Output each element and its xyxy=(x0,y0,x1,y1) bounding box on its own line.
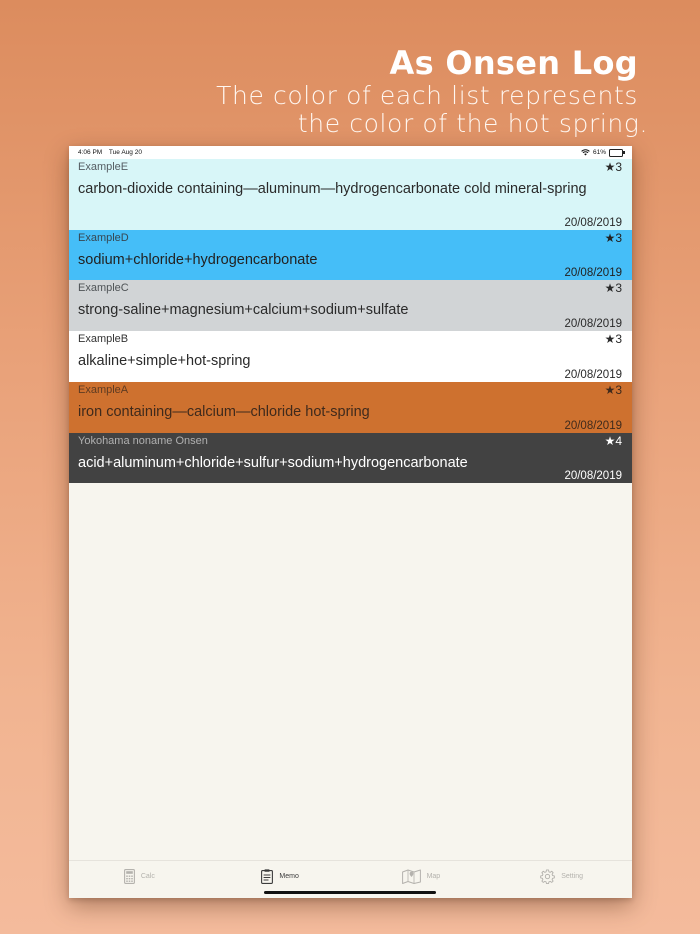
onsen-composition: acid+aluminum+chloride+sulfur+sodium+hyd… xyxy=(78,455,468,471)
gear-icon xyxy=(540,869,556,884)
onsen-list-item[interactable]: ExampleE carbon-dioxide containing—alumin… xyxy=(69,159,632,230)
onsen-name: ExampleE xyxy=(78,161,129,173)
tab-label: Map xyxy=(426,873,441,880)
promo-subtitle-line-1: The color of each list represents xyxy=(216,81,638,110)
wifi-icon xyxy=(581,149,590,156)
calculator-icon xyxy=(123,869,135,884)
promo-title: As Onsen Log xyxy=(389,44,638,82)
status-time: 4:06 PM xyxy=(78,149,103,156)
onsen-list-item[interactable]: Yokohama noname Onsen acid+aluminum+chlor… xyxy=(69,433,632,483)
onsen-composition: strong-saline+magnesium+calcium+sodium+s… xyxy=(78,302,409,318)
onsen-list-item[interactable]: ExampleD sodium+chloride+hydrogencarbonat… xyxy=(69,230,632,280)
visit-date: 20/08/2019 xyxy=(564,318,622,330)
tab-label: Setting xyxy=(561,873,584,880)
visit-date: 20/08/2019 xyxy=(564,217,622,229)
onsen-composition: sodium+chloride+hydrogencarbonate xyxy=(78,252,318,268)
tab-calc[interactable]: Calc xyxy=(69,861,210,898)
visit-date: 20/08/2019 xyxy=(564,420,622,432)
star-rating: ★3 xyxy=(604,332,622,346)
onsen-name: ExampleB xyxy=(78,333,129,345)
visit-date: 20/08/2019 xyxy=(564,470,622,482)
battery-icon xyxy=(609,148,625,157)
tab-setting[interactable]: Setting xyxy=(491,861,632,898)
promo-subtitle-line-2: the color of the hot spring. xyxy=(297,109,648,138)
promo-headline: As Onsen Log The color of each list repr… xyxy=(216,44,647,138)
home-indicator[interactable] xyxy=(264,891,436,894)
tablet-screen: 4:06 PM Tue Aug 20 61% ExampleE carbon-di… xyxy=(69,146,632,898)
map-icon xyxy=(401,869,421,884)
star-rating: ★3 xyxy=(604,281,622,295)
battery-percent: 61% xyxy=(592,149,606,156)
onsen-list-item[interactable]: ExampleC strong-saline+magnesium+calcium+… xyxy=(69,280,632,331)
tab-label: Calc xyxy=(140,873,155,880)
star-rating: ★3 xyxy=(604,383,622,397)
onsen-name: Yokohama noname Onsen xyxy=(78,435,208,447)
memo-icon xyxy=(261,869,274,884)
status-date: Tue Aug 20 xyxy=(108,149,142,156)
onsen-name: ExampleD xyxy=(78,232,129,244)
onsen-list-item[interactable]: ExampleA iron containing—calcium—chloride… xyxy=(69,382,632,433)
onsen-name: ExampleA xyxy=(78,384,129,396)
tab-label: Memo xyxy=(279,873,299,880)
visit-date: 20/08/2019 xyxy=(564,369,622,381)
status-bar: 4:06 PM Tue Aug 20 61% xyxy=(69,146,632,159)
onsen-list: ExampleE carbon-dioxide containing—alumin… xyxy=(69,159,632,483)
onsen-composition: carbon-dioxide containing—aluminum—hydro… xyxy=(78,181,587,197)
star-rating: ★4 xyxy=(604,434,622,448)
onsen-composition: iron containing—calcium—chloride hot-spr… xyxy=(78,404,370,420)
onsen-name: ExampleC xyxy=(78,282,129,294)
onsen-composition: alkaline+simple+hot-spring xyxy=(78,353,251,369)
visit-date: 20/08/2019 xyxy=(564,267,622,279)
onsen-list-item[interactable]: ExampleB alkaline+simple+hot-spring ★3 20/0… xyxy=(69,331,632,382)
star-rating: ★3 xyxy=(604,231,622,245)
star-rating: ★3 xyxy=(604,160,622,174)
